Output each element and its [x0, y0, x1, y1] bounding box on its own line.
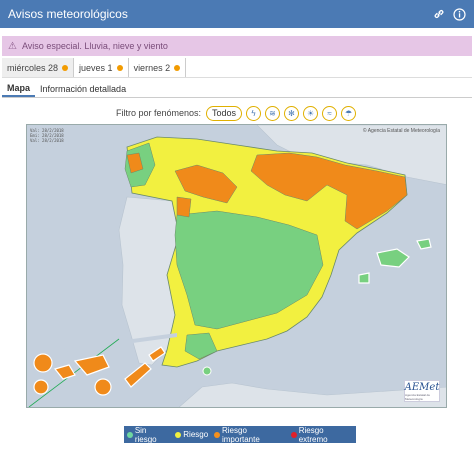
filter-label: Filtro por fenómenos: — [115, 108, 201, 118]
map-timestamp: Val: 28/2/2018 Emi: 28/2/2018 Val: 28/2/… — [30, 128, 64, 143]
warning-icon: ⚠ — [8, 40, 17, 52]
tab-day-1-label: miércoles 28 — [7, 62, 59, 73]
link-icon[interactable] — [432, 7, 446, 21]
legend-item-risk: Riesgo — [175, 430, 208, 439]
aemet-logo-text: AEMet — [404, 381, 440, 393]
warning-level-dot — [116, 64, 123, 71]
canary-la-palma — [33, 353, 53, 373]
tab-day-3-label: viernes 2 — [133, 62, 171, 73]
wind-icon[interactable]: ≋ — [265, 105, 281, 121]
canary-el-hierro — [33, 379, 49, 395]
warning-level-dot — [174, 64, 181, 71]
day-tabs: miércoles 28 jueves 1 viernes 2 — [2, 58, 472, 78]
warning-level-dot — [62, 64, 69, 71]
canary-fuerteventura — [124, 362, 152, 388]
window-title: Avisos meteorológicos — [8, 7, 128, 21]
legend-item-extreme-risk: Riesgo extremo — [290, 425, 353, 444]
legend-label: Riesgo — [183, 430, 209, 439]
heat-icon[interactable]: ☀ — [303, 105, 319, 121]
canary-gran-canaria — [94, 378, 112, 396]
legend-dot-red — [290, 431, 297, 438]
legend-label: Riesgo importante — [221, 425, 260, 444]
filter-all-button[interactable]: Todos — [206, 105, 243, 121]
aemet-logo: AEMet Agencia Estatal de Meteorología — [404, 380, 440, 402]
balearic-menorca — [416, 238, 432, 250]
rain-icon[interactable]: ☂ — [341, 105, 357, 121]
legend-dot-yellow — [175, 431, 182, 438]
tab-day-1[interactable]: miércoles 28 — [2, 58, 75, 77]
window-titlebar: Avisos meteorológicos — [0, 0, 474, 28]
balearic-mallorca — [376, 248, 410, 268]
info-icon[interactable] — [452, 7, 466, 21]
zone-orange-west — [176, 196, 192, 218]
snow-icon[interactable]: ✻ — [284, 105, 300, 121]
coastal-icon[interactable]: ≈ — [322, 105, 338, 121]
tab-detailed-info[interactable]: Información detallada — [35, 80, 131, 97]
legend-item-no-risk: Sin riesgo — [127, 426, 169, 444]
special-warning-banner[interactable]: ⚠ Aviso especial. Lluvia, nieve y viento — [2, 36, 472, 56]
tab-day-3[interactable]: viernes 2 — [129, 58, 187, 77]
map-credit: © Agencia Estatal de Meteorología — [362, 128, 440, 134]
legend-label: Riesgo extremo — [298, 425, 328, 444]
legend-dot-green — [127, 431, 133, 438]
canary-la-gomera — [53, 364, 76, 380]
balearic-ibiza — [358, 272, 370, 284]
tab-map[interactable]: Mapa — [2, 80, 36, 97]
map-stamp-line-3: Val: 28/2/2018 — [30, 138, 64, 143]
warnings-map[interactable]: Val: 28/2/2018 Emi: 28/2/2018 Val: 28/2/… — [26, 124, 447, 408]
special-warning-text: Aviso especial. Lluvia, nieve y viento — [21, 41, 168, 51]
thunderstorm-icon[interactable]: ϟ — [246, 105, 262, 121]
view-tabs: Mapa Información detallada — [2, 80, 472, 98]
legend-item-important-risk: Riesgo importante — [214, 426, 285, 444]
legend-dot-orange — [214, 431, 220, 438]
phenomena-filter: Filtro por fenómenos: Todos ϟ ≋ ✻ ☀ ≈ ☂ — [0, 104, 474, 122]
legend-label: Sin riesgo — [134, 425, 157, 444]
ceuta — [202, 366, 212, 376]
aemet-logo-subtitle: Agencia Estatal de Meteorología — [405, 392, 431, 401]
map-canvas — [28, 125, 446, 407]
risk-legend: Sin riesgo Riesgo Riesgo importante Ries… — [124, 425, 356, 444]
tab-day-2[interactable]: jueves 1 — [74, 58, 129, 77]
tab-day-2-label: jueves 1 — [79, 62, 113, 73]
canary-tenerife — [73, 354, 110, 376]
